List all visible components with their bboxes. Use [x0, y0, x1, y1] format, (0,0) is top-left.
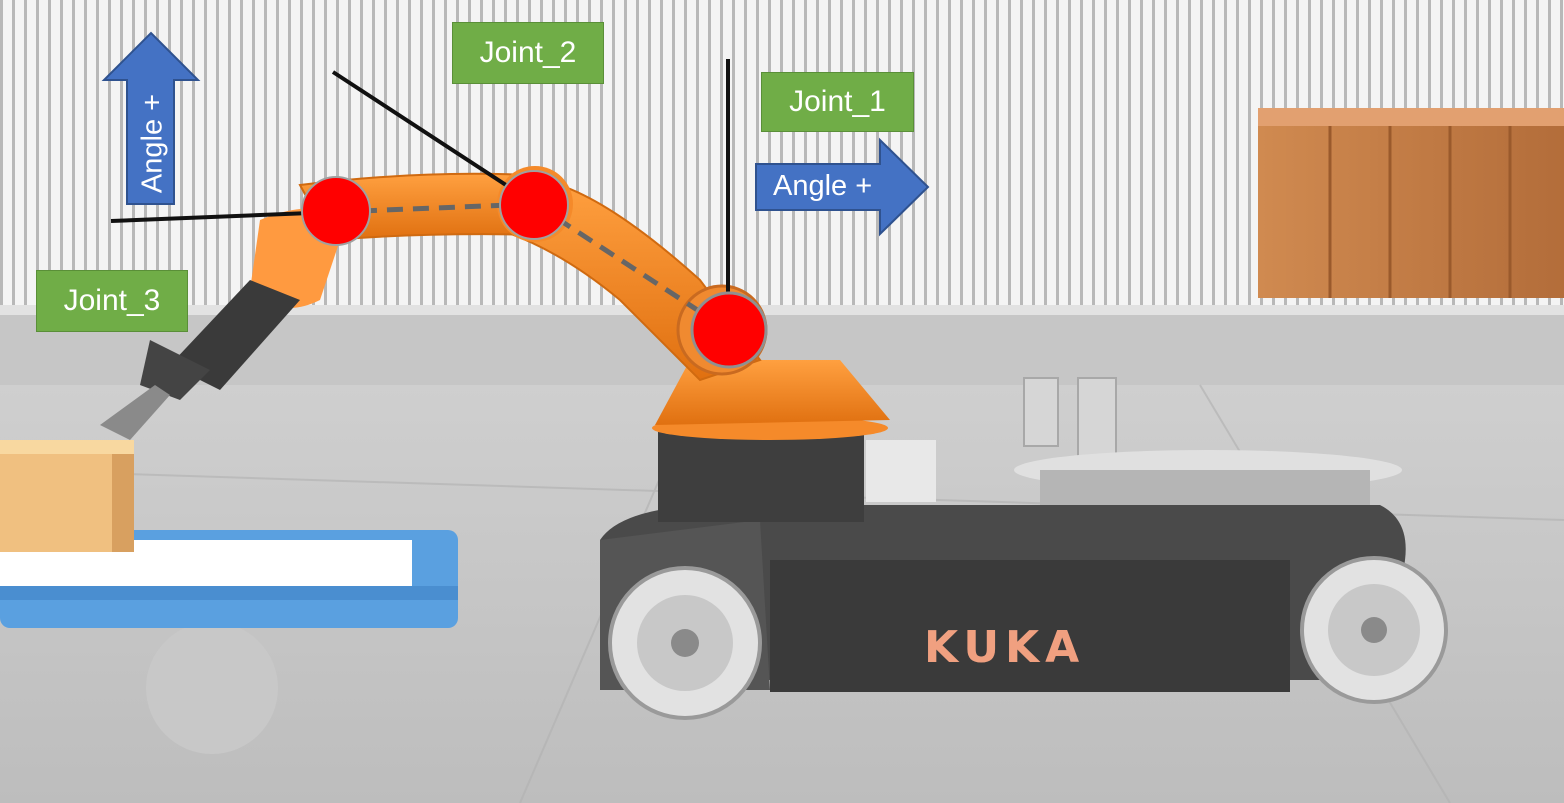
wheel-left: [608, 566, 762, 720]
joint-3-label: Joint_3: [36, 270, 188, 332]
cardboard-box: [0, 440, 134, 552]
joint-3-marker: [301, 176, 371, 246]
horizontal-arrow-label: Angle +: [773, 170, 873, 202]
robot-joint-diagram: Angle + Angle + Joint_2 Joint_1 Joint_3 …: [0, 0, 1564, 803]
joint-2-marker: [499, 170, 569, 240]
wooden-crate-background: [1258, 108, 1564, 298]
robot-base-column: [652, 360, 890, 522]
joint-1-label: Joint_1: [761, 72, 914, 132]
joint-2-label: Joint_2: [452, 22, 604, 84]
joint-1-marker: [690, 291, 768, 369]
wheel-right: [1300, 556, 1448, 704]
vertical-arrow-label: Angle +: [136, 93, 169, 194]
kuka-logo: KUKA: [924, 622, 1086, 673]
